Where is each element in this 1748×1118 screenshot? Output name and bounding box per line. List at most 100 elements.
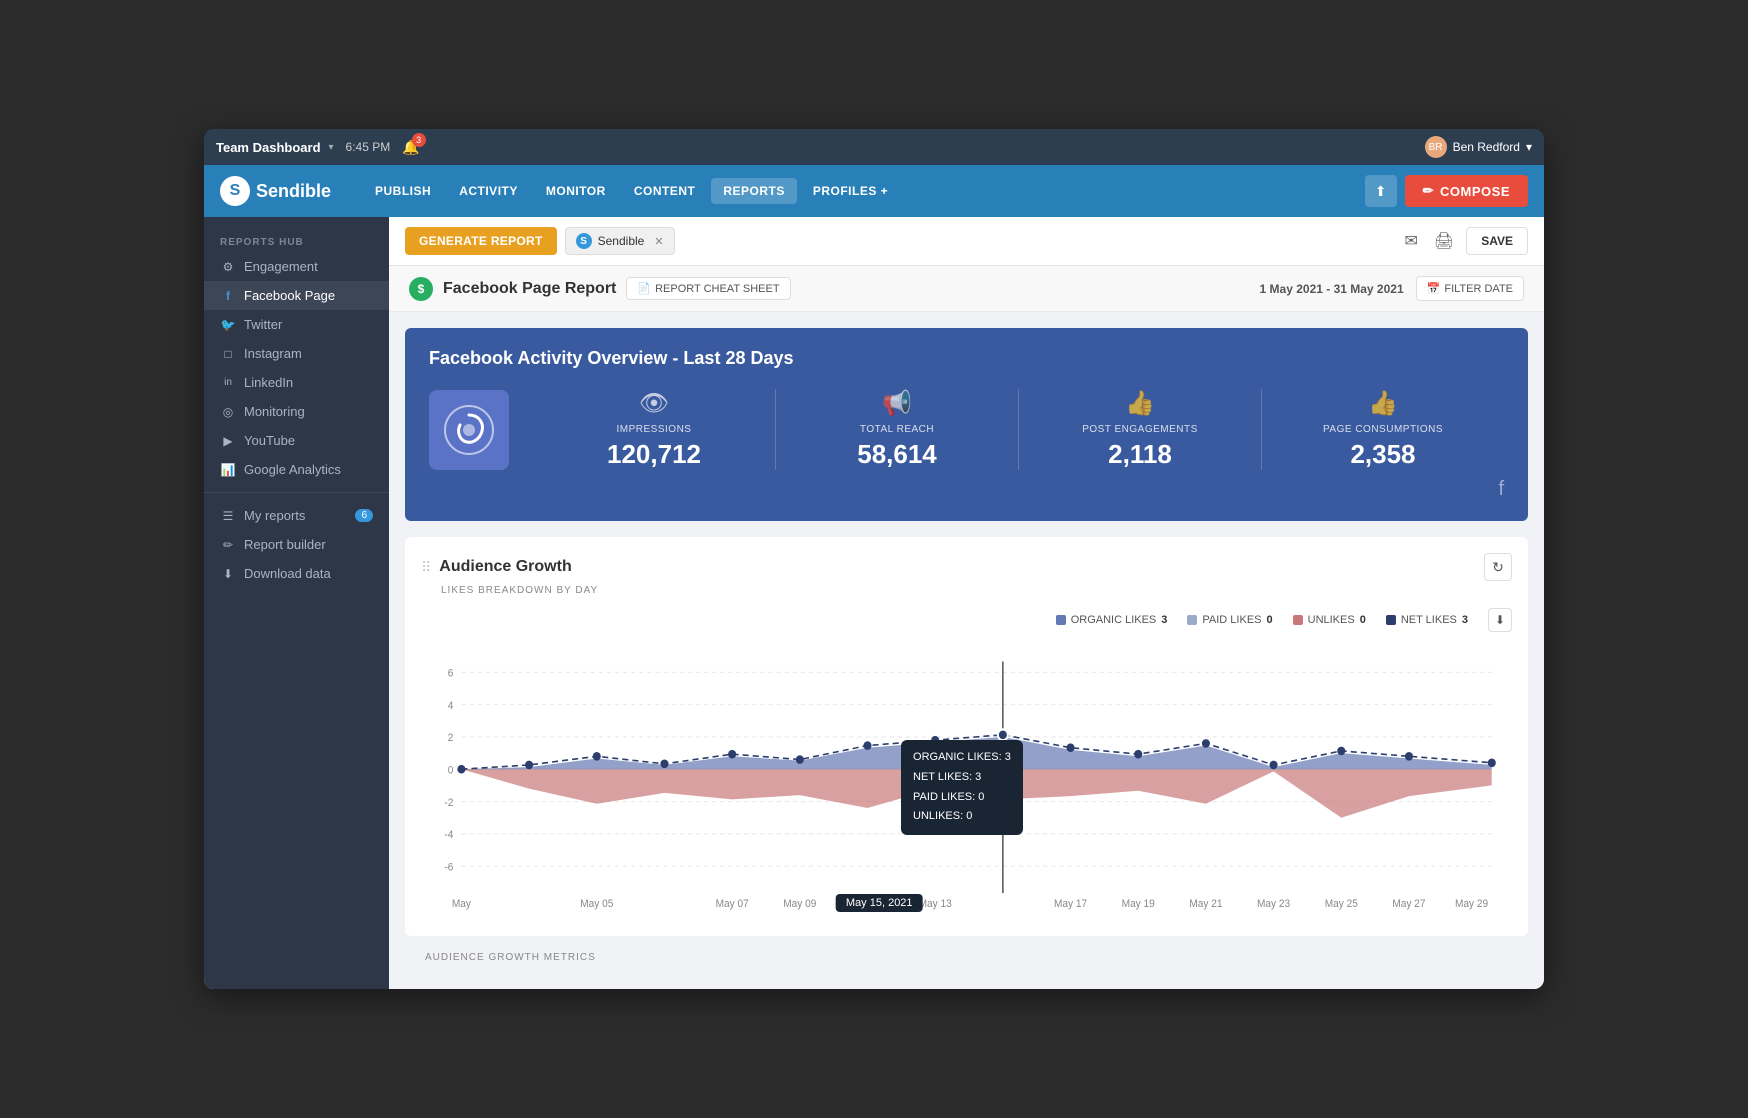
refresh-button[interactable]: ↻ (1484, 553, 1512, 581)
engagements-icon: 👍 (1035, 389, 1245, 418)
net-likes-value: 3 (1462, 614, 1468, 626)
filter-date-calendar-icon: 📅 (1427, 282, 1441, 295)
likes-breakdown-subtitle: LIKES BREAKDOWN BY DAY (421, 585, 1512, 596)
svg-text:4: 4 (448, 701, 454, 712)
sidebar-item-report-builder[interactable]: ✏ Report builder (204, 530, 389, 559)
instagram-icon: □ (220, 347, 236, 361)
report-tab-label: Sendible (598, 234, 645, 248)
top-nav: S Sendible PUBLISH ACTIVITY MONITOR CONT… (204, 165, 1544, 217)
engagements-value: 2,118 (1035, 439, 1245, 470)
svg-text:2: 2 (448, 733, 454, 744)
nav-reports[interactable]: REPORTS (711, 178, 797, 204)
sidebar-label-my-reports: My reports (244, 508, 305, 523)
main-content: REPORTS HUB ⚙ Engagement f Facebook Page… (204, 217, 1544, 989)
svg-text:May 23: May 23 (1257, 899, 1290, 910)
sidebar-label-youtube: YouTube (244, 433, 295, 448)
drag-handle-icon[interactable]: ⠿ (421, 559, 431, 576)
nav-right: ⬆ ✏ COMPOSE (1365, 175, 1528, 207)
generate-report-label: GENERATE REPORT (419, 234, 543, 248)
report-area: GENERATE REPORT S Sendible ✕ ✉ 🖨 SAVE (389, 217, 1544, 989)
sidebar-item-instagram[interactable]: □ Instagram (204, 339, 389, 368)
report-content: Facebook Activity Overview - Last 28 Day… (389, 312, 1544, 989)
sidebar-item-google-analytics[interactable]: 📊 Google Analytics (204, 455, 389, 484)
date-range: 1 May 2021 - 31 May 2021 (1260, 282, 1404, 296)
svg-text:May 25: May 25 (1325, 899, 1358, 910)
stat-total-reach: 📢 TOTAL REACH 58,614 (776, 389, 1019, 470)
stat-group: 👁 IMPRESSIONS 120,712 📢 TOTAL REACH 58,6… (533, 389, 1504, 470)
sidebar: REPORTS HUB ⚙ Engagement f Facebook Page… (204, 217, 389, 989)
svg-text:-4: -4 (444, 830, 453, 841)
sidebar-item-facebook[interactable]: f Facebook Page (204, 281, 389, 310)
nav-profiles[interactable]: PROFILES + (801, 178, 900, 204)
my-reports-badge: 6 (355, 509, 373, 522)
tooltip-date: May 15, 2021 (836, 894, 923, 912)
nav-content[interactable]: CONTENT (622, 178, 708, 204)
sidebar-label-download: Download data (244, 566, 331, 581)
filter-date-button[interactable]: 📅 FILTER DATE (1416, 276, 1524, 301)
save-button[interactable]: SAVE (1466, 227, 1528, 255)
google-analytics-icon: 📊 (220, 463, 236, 477)
sidebar-item-my-reports[interactable]: ☰ My reports 6 (204, 501, 389, 530)
facebook-icon: f (220, 289, 236, 303)
sidebar-label-engagement: Engagement (244, 259, 318, 274)
facebook-page-icon: $ (409, 277, 433, 301)
sidebar-item-linkedin[interactable]: in LinkedIn (204, 368, 389, 397)
youtube-icon: ▶ (220, 434, 236, 448)
impressions-value: 120,712 (549, 439, 759, 470)
sendible-logo-svg (444, 405, 494, 455)
user-name: Ben Redford (1453, 140, 1520, 154)
logo-icon: S (220, 176, 250, 206)
bell-badge: 3 (412, 133, 426, 147)
paid-likes-value: 0 (1267, 614, 1273, 626)
report-header: $ Facebook Page Report 📄 REPORT CHEAT SH… (389, 266, 1544, 312)
compose-button[interactable]: ✏ COMPOSE (1405, 175, 1528, 207)
report-tab-sendible[interactable]: S Sendible ✕ (565, 227, 675, 255)
unlikes-value: 0 (1360, 614, 1366, 626)
upload-button[interactable]: ⬆ (1365, 175, 1397, 207)
generate-report-button[interactable]: GENERATE REPORT (405, 227, 557, 255)
sendible-tab-icon: S (576, 233, 592, 249)
notification-bell[interactable]: 🔔 3 (402, 139, 419, 156)
svg-text:May 19: May 19 (1122, 899, 1155, 910)
sidebar-label-google-analytics: Google Analytics (244, 462, 341, 477)
svg-text:0: 0 (448, 765, 454, 776)
sidebar-label-twitter: Twitter (244, 317, 282, 332)
organic-likes-value: 3 (1161, 614, 1167, 626)
send-button[interactable]: ✉ (1400, 227, 1421, 255)
compose-label: COMPOSE (1440, 184, 1510, 199)
sidebar-item-engagement[interactable]: ⚙ Engagement (204, 252, 389, 281)
svg-text:May 29: May 29 (1455, 899, 1488, 910)
unlikes-dot (1293, 615, 1303, 625)
sidebar-item-youtube[interactable]: ▶ YouTube (204, 426, 389, 455)
sidebar-item-download-data[interactable]: ⬇ Download data (204, 559, 389, 588)
nav-links: PUBLISH ACTIVITY MONITOR CONTENT REPORTS… (363, 178, 1365, 204)
nav-activity[interactable]: ACTIVITY (447, 178, 530, 204)
sidebar-label-facebook: Facebook Page (244, 288, 335, 303)
logo[interactable]: S Sendible (220, 176, 331, 206)
sidebar-item-monitoring[interactable]: ◎ Monitoring (204, 397, 389, 426)
svg-text:May 13: May 13 (919, 899, 952, 910)
cheat-sheet-label: REPORT CHEAT SHEET (655, 283, 780, 295)
user-menu[interactable]: BR Ben Redford ▾ (1425, 136, 1532, 158)
filter-date-label: FILTER DATE (1444, 283, 1513, 295)
sidebar-item-twitter[interactable]: 🐦 Twitter (204, 310, 389, 339)
nav-publish[interactable]: PUBLISH (363, 178, 443, 204)
print-button[interactable]: 🖨 (1430, 227, 1458, 255)
cheat-sheet-doc-icon: 📄 (637, 282, 651, 295)
legend-organic-likes: ORGANIC LIKES 3 (1056, 614, 1168, 626)
nav-monitor[interactable]: MONITOR (534, 178, 618, 204)
organic-likes-label: ORGANIC LIKES (1071, 614, 1157, 626)
svg-text:6: 6 (448, 668, 454, 679)
sidebar-label-instagram: Instagram (244, 346, 302, 361)
logo-text: Sendible (256, 181, 331, 202)
chart-download-button[interactable]: ⬇ (1488, 608, 1512, 632)
cheat-sheet-button[interactable]: 📄 REPORT CHEAT SHEET (626, 277, 790, 300)
impressions-icon: 👁 (549, 389, 759, 418)
svg-text:May 17: May 17 (1054, 899, 1087, 910)
title-bar-left: Team Dashboard ▾ (216, 140, 334, 155)
legend-net-likes: NET LIKES 3 (1386, 614, 1468, 626)
report-tab-close[interactable]: ✕ (654, 235, 663, 248)
consumptions-label: PAGE CONSUMPTIONS (1278, 424, 1488, 435)
fb-stats: 👁 IMPRESSIONS 120,712 📢 TOTAL REACH 58,6… (429, 389, 1504, 470)
dashboard-dropdown-icon[interactable]: ▾ (329, 142, 334, 153)
